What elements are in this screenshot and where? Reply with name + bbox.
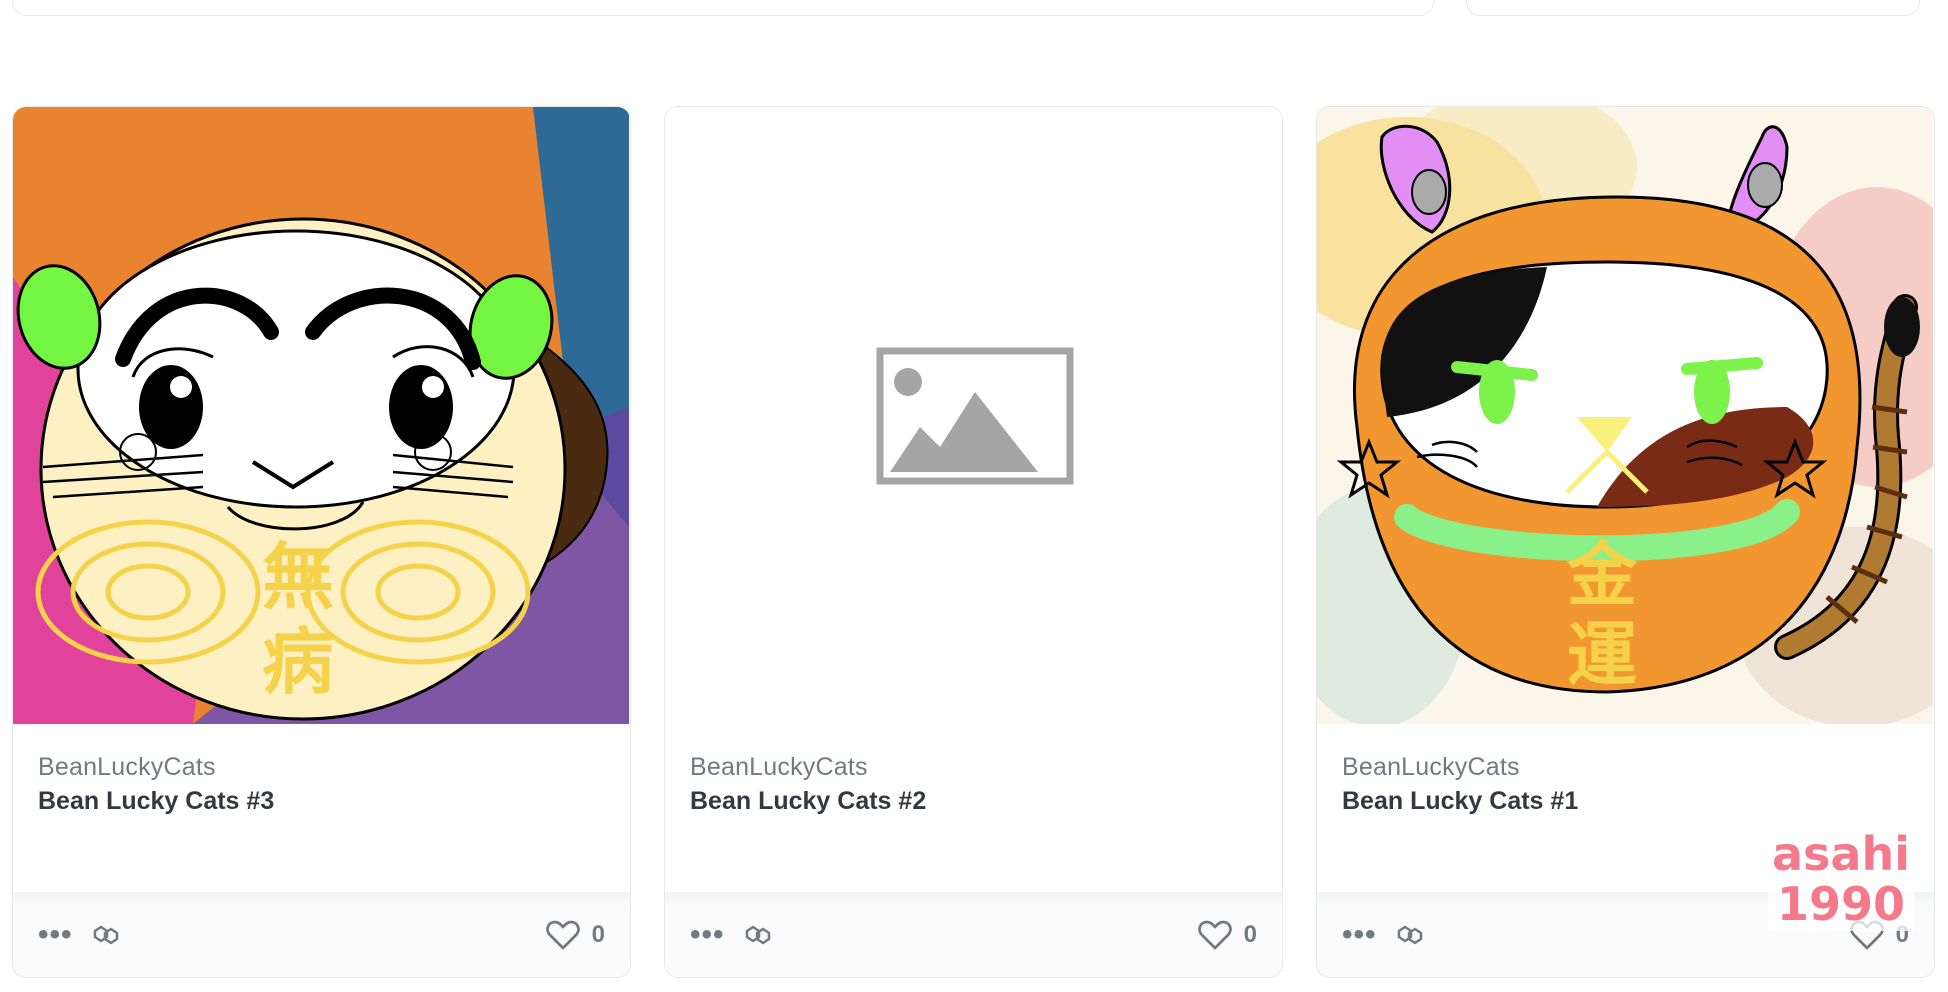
collection-name[interactable]: BeanLuckyCats [38,750,605,784]
asset-card[interactable]: BeanLuckyCats Bean Lucky Cats #2 ••• 0 [664,106,1283,978]
asset-name[interactable]: Bean Lucky Cats #3 [38,784,605,818]
nft-grid-page: 無 病 BeanLuckyCats Bean Lucky Cats #3 ••• [0,0,1948,992]
asset-name[interactable]: Bean Lucky Cats #2 [690,784,1257,818]
asset-image[interactable]: 無 病 [13,107,629,724]
like-count: 0 [1243,920,1257,948]
asset-info: BeanLuckyCats Bean Lucky Cats #3 [13,724,630,894]
asset-info: BeanLuckyCats Bean Lucky Cats #2 [665,724,1282,894]
asset-name[interactable]: Bean Lucky Cats #1 [1342,784,1909,818]
asset-footer: ••• 0 [665,892,1282,977]
polygon-chain-icon[interactable] [1395,923,1425,947]
previous-row-card[interactable] [1466,0,1920,16]
polygon-chain-icon[interactable] [743,923,773,947]
like-count: 0 [591,920,605,948]
image-placeholder-icon [665,107,1281,724]
kanji-label: 病 [262,620,334,704]
asset-card[interactable]: 無 病 BeanLuckyCats Bean Lucky Cats #3 ••• [12,106,631,978]
asset-image[interactable] [665,107,1281,724]
asset-grid: 無 病 BeanLuckyCats Bean Lucky Cats #3 ••• [12,106,1935,978]
asset-card[interactable]: 金 運 BeanLuckyCats Bean Lucky Cats #1 ••• [1316,106,1935,978]
collection-name[interactable]: BeanLuckyCats [690,750,1257,784]
kanji-label: 金 [1566,534,1638,616]
watermark: asahi 1990 [1768,827,1914,931]
polygon-chain-icon[interactable] [91,923,121,947]
asset-footer: ••• 0 [13,892,630,977]
heart-icon[interactable] [1197,920,1232,950]
previous-row-card[interactable] [12,0,1434,16]
collection-name[interactable]: BeanLuckyCats [1342,750,1909,784]
asset-image[interactable]: 金 運 [1317,107,1933,724]
more-options-icon[interactable]: ••• [38,919,73,949]
more-options-icon[interactable]: ••• [1342,919,1377,949]
kanji-label: 運 [1567,614,1637,696]
watermark-line: 1990 [1776,877,1906,931]
kanji-label: 無 [262,535,334,619]
heart-icon[interactable] [545,920,580,950]
watermark-line: asahi [1772,827,1910,881]
more-options-icon[interactable]: ••• [690,919,725,949]
